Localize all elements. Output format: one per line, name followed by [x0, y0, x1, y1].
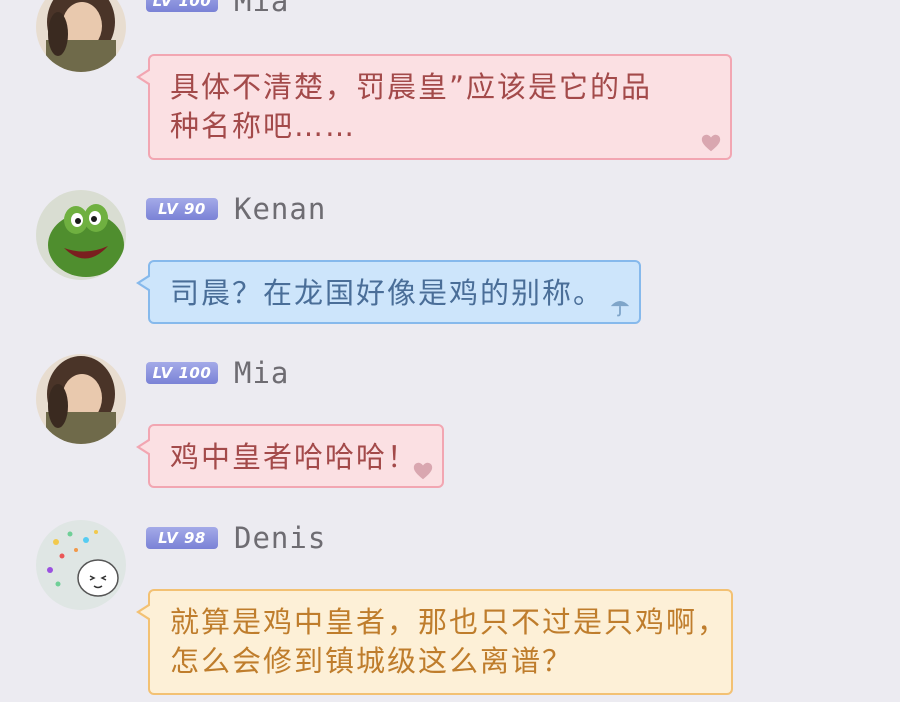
message-header: LV 98 Denis [146, 521, 326, 555]
confetti-face-avatar-icon [36, 520, 126, 610]
user-avatar[interactable] [36, 0, 126, 72]
user-avatar[interactable] [36, 520, 126, 610]
message-text-line: 司晨？在龙国好像是鸡的别称。 [170, 276, 605, 310]
message-bubble[interactable]: 鸡中皇者哈哈哈！ [136, 424, 444, 488]
message-bubble[interactable]: 司晨？在龙国好像是鸡的别称。 [136, 260, 641, 324]
umbrella-icon [610, 301, 630, 317]
username[interactable]: Mia [234, 356, 289, 390]
message-bubble[interactable]: 具体不清楚，罚晨皇”应该是它的品 种名称吧…… [136, 54, 732, 160]
username[interactable]: Denis [234, 521, 326, 555]
girl-avatar-icon [36, 0, 126, 72]
user-avatar[interactable] [36, 190, 126, 280]
heart-icon [413, 462, 433, 480]
message-text-line: 怎么会修到镇城级这么离谱？ [170, 644, 574, 678]
message-header: LV 100 Mia [146, 356, 289, 390]
message-text-line: 种名称吧…… [170, 109, 357, 143]
chat-thread: LV 100 Mia 具体不清楚，罚晨皇”应该是它的品 种名称吧…… LV 90… [0, 0, 900, 702]
frog-avatar-icon [36, 190, 126, 280]
girl-avatar-icon [36, 354, 126, 444]
message-text-line: 就算是鸡中皇者，那也只不过是只鸡啊， [170, 605, 729, 639]
level-badge: LV 100 [146, 0, 218, 12]
heart-icon [701, 134, 721, 152]
message-text-line: 具体不清楚，罚晨皇”应该是它的品 [170, 70, 653, 104]
message-bubble[interactable]: 就算是鸡中皇者，那也只不过是只鸡啊， 怎么会修到镇城级这么离谱？ [136, 589, 733, 695]
level-badge: LV 98 [146, 527, 218, 549]
username[interactable]: Kenan [234, 192, 326, 226]
user-avatar[interactable] [36, 354, 126, 444]
message-header: LV 100 Mia [146, 0, 289, 18]
message-text-line: 鸡中皇者哈哈哈！ [170, 440, 419, 474]
level-badge: LV 100 [146, 362, 218, 384]
level-badge: LV 90 [146, 198, 218, 220]
username[interactable]: Mia [234, 0, 289, 18]
message-header: LV 90 Kenan [146, 192, 326, 226]
